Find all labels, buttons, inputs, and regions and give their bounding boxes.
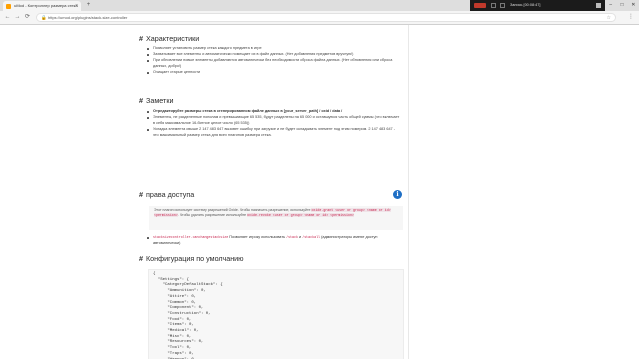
minimize-button[interactable]: – xyxy=(605,0,616,11)
record-icon[interactable] xyxy=(474,3,486,8)
tab-title: uMod - Контроллер размера стека xyxy=(14,3,78,8)
recorder-bar: Запись [00:08:47] xyxy=(470,0,605,11)
browser-tab[interactable]: uMod - Контроллер размера стека × xyxy=(3,1,81,11)
features-list: Позволяет установить размер стека каждог… xyxy=(147,46,401,76)
permission-item: stacksizecontroller.canchangestacksize П… xyxy=(147,235,403,246)
list-item: Укладка элемента свыше 2 147 483 647 выз… xyxy=(147,127,401,138)
anchor-hash[interactable]: # xyxy=(139,96,143,105)
list-item: Очищает старые ценности xyxy=(147,70,401,76)
plugin-description: # Характеристики Позволяет установить раз… xyxy=(133,25,408,359)
window-controls: – □ ✕ xyxy=(605,0,639,11)
config-heading: # Конфигурация по умолчанию xyxy=(139,254,244,263)
config-code-block: { "Settings": { "CategoryDefaultStack": … xyxy=(148,269,404,359)
anchor-hash[interactable]: # xyxy=(139,254,143,263)
browser-menu-icon[interactable]: ⋮ xyxy=(628,13,634,22)
new-tab-button[interactable]: + xyxy=(84,1,93,10)
forward-button[interactable]: → xyxy=(13,13,22,22)
recorder-option-icon[interactable] xyxy=(500,3,505,8)
anchor-hash[interactable]: # xyxy=(139,190,143,199)
url-text: https://umod.org/plugins/stack-size-cont… xyxy=(48,15,128,20)
permissions-info-text: Этот плагин использует систему разрешени… xyxy=(154,208,391,218)
address-toolbar: ← → ⟳ 🔒 https://umod.org/plugins/stack-s… xyxy=(0,11,639,25)
recorder-option-icon[interactable] xyxy=(491,3,496,8)
list-item: Отредактируйте размеры стека в сгенериро… xyxy=(147,109,401,115)
site-favicon-icon xyxy=(6,3,11,9)
permissions-heading: # права доступа xyxy=(139,190,195,199)
permissions-info-box: Этот плагин использует систему разрешени… xyxy=(149,206,403,230)
tab-close-icon[interactable]: × xyxy=(75,1,78,11)
notes-list: Отредактируйте размеры стека в сгенериро… xyxy=(147,109,401,139)
config-json: { "Settings": { "CategoryDefaultStack": … xyxy=(153,272,223,359)
lock-icon: 🔒 xyxy=(41,15,47,20)
browser-tab-bar: uMod - Контроллер размера стека × + Запи… xyxy=(0,0,639,11)
url-input[interactable]: 🔒 https://umod.org/plugins/stack-size-co… xyxy=(36,13,616,22)
notes-heading: # Заметки xyxy=(139,96,174,105)
features-heading: # Характеристики xyxy=(139,34,200,43)
content-divider xyxy=(408,25,409,359)
list-item: Позволяет установить размер стека каждог… xyxy=(147,46,401,52)
page-viewport: # Характеристики Позволяет установить раз… xyxy=(0,25,639,359)
anchor-hash[interactable]: # xyxy=(139,34,143,43)
recording-timer: Запись [00:08:47] xyxy=(510,3,541,7)
maximize-button[interactable]: □ xyxy=(616,0,627,11)
list-item: Элементы, не разделенные пополам и превы… xyxy=(147,115,400,125)
info-icon[interactable]: i xyxy=(393,190,402,199)
list-item: Захватывает все элементы и автоматически… xyxy=(147,52,401,58)
reload-button[interactable]: ⟳ xyxy=(23,13,32,22)
back-button[interactable]: ← xyxy=(3,13,12,22)
list-item: При обновлении новые элементы добавляютс… xyxy=(147,58,401,69)
close-window-button[interactable]: ✕ xyxy=(628,0,639,11)
bookmark-star-icon[interactable]: ☆ xyxy=(607,14,611,22)
stop-icon[interactable] xyxy=(596,3,601,8)
